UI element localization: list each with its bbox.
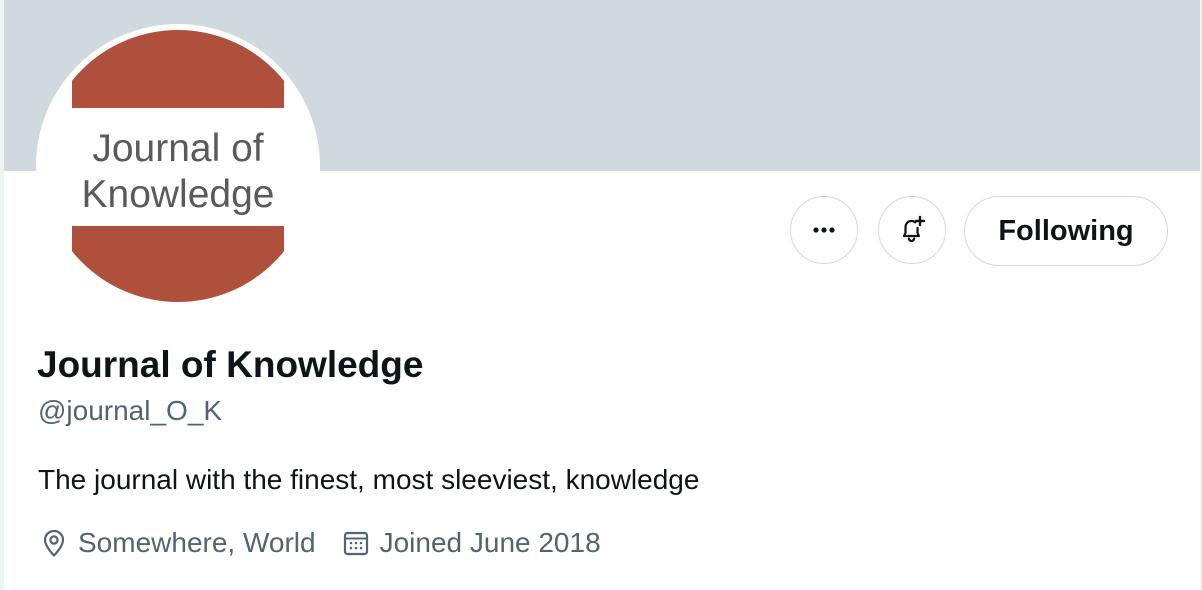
bell-plus-icon: [902, 215, 926, 243]
avatar-text-line2: Knowledge: [81, 173, 275, 216]
avatar-text-line1: Journal of: [92, 127, 264, 170]
avatar[interactable]: Journal of Knowledge: [42, 30, 314, 302]
location-text: Somewhere, World: [78, 527, 316, 558]
location-item: Somewhere, World: [40, 525, 316, 561]
profile-page: Journal of Knowledge Following Journal o…: [0, 0, 1202, 590]
joined-text: Joined June 2018: [379, 527, 601, 558]
more-horizontal-icon: [813, 227, 835, 233]
user-handle: @journal_O_K: [38, 395, 223, 426]
calendar-icon: [343, 531, 368, 556]
profile-bio: The journal with the finest, most sleevi…: [38, 464, 700, 495]
joined-item: Joined June 2018: [342, 525, 601, 561]
following-button[interactable]: Following: [964, 196, 1168, 266]
notifications-button[interactable]: [878, 196, 946, 264]
display-name: Journal of Knowledge: [37, 344, 424, 385]
profile-meta: Somewhere, World Joined June 2018: [40, 525, 627, 561]
avatar-text: Journal of Knowledge: [42, 126, 314, 218]
location-pin-icon: [43, 529, 65, 557]
more-button[interactable]: [790, 196, 858, 264]
